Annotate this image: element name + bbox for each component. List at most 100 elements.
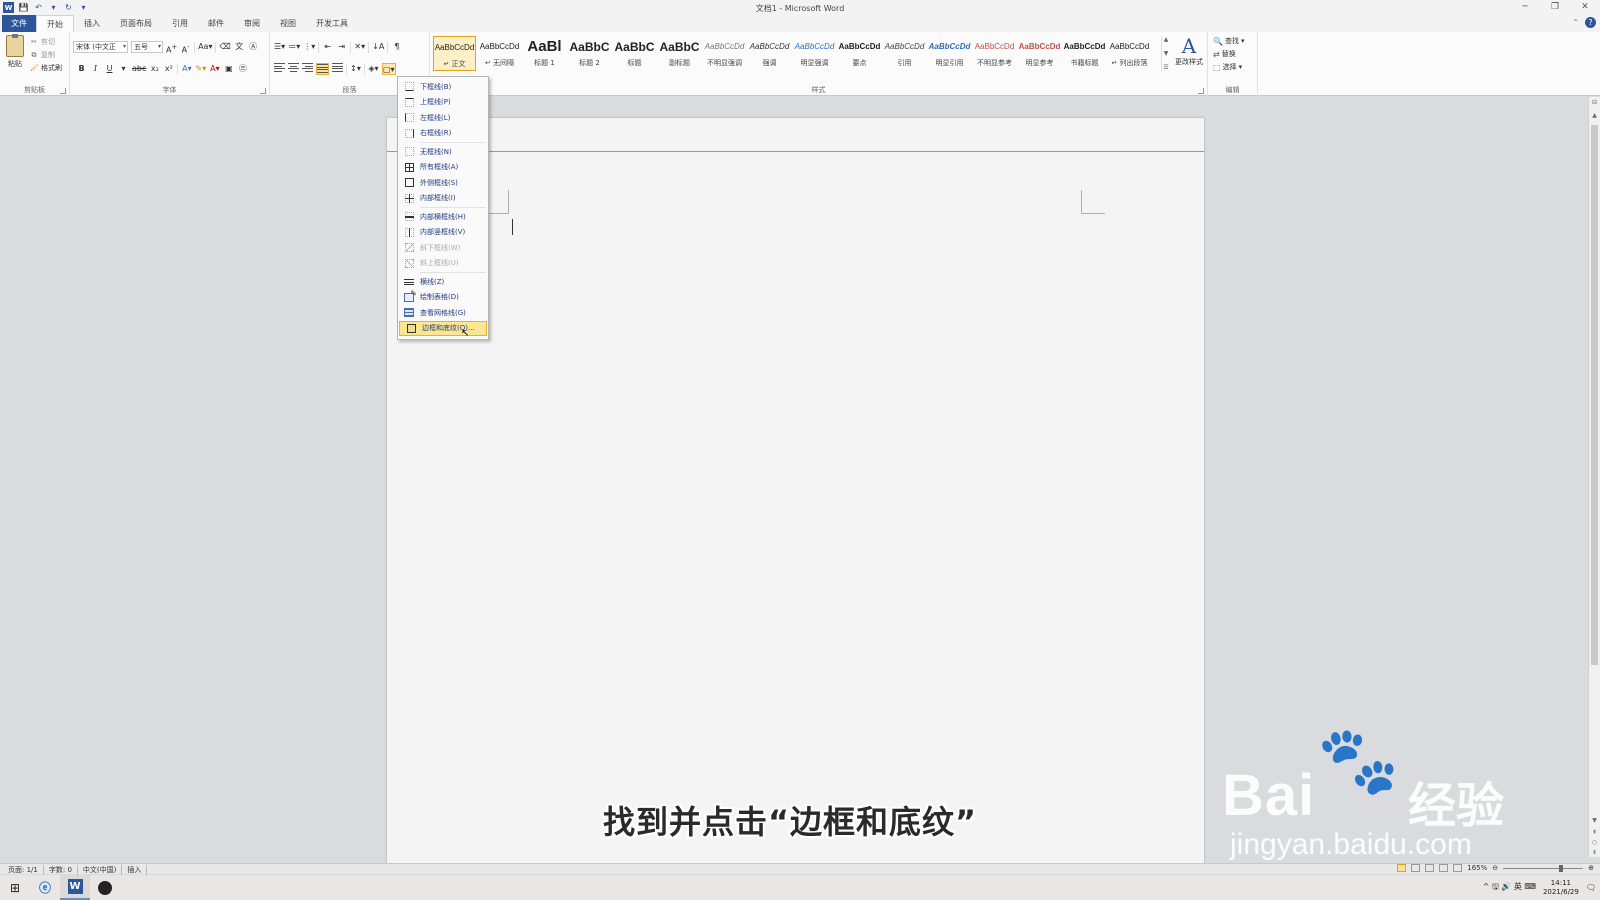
style-tile[interactable]: AaBbCcDd 明显参考	[1018, 36, 1061, 71]
customize-qat-icon[interactable]: ▾	[78, 2, 89, 13]
insert-mode[interactable]: 插入	[122, 865, 148, 875]
taskbar-word[interactable]: W	[60, 875, 90, 900]
increase-indent-icon[interactable]: ⇥	[336, 41, 347, 53]
distributed-icon[interactable]	[332, 63, 343, 75]
scroll-down-icon[interactable]: ▼	[1589, 817, 1600, 824]
ruler-toggle-icon[interactable]: ⊟	[1589, 99, 1600, 106]
format-painter-button[interactable]: 🖌 格式刷	[30, 63, 62, 73]
style-tile[interactable]: AaBbCcDd 书籍标题	[1063, 36, 1106, 71]
char-border-icon[interactable]: Ⓐ	[248, 41, 259, 53]
full-screen-reading-button[interactable]	[1411, 864, 1421, 872]
outline-view-button[interactable]	[1439, 864, 1449, 872]
show-marks-icon[interactable]: ¶	[391, 41, 402, 53]
tab-7[interactable]: 视图	[270, 15, 306, 32]
select-button[interactable]: ⬚ 选择 ▾	[1213, 62, 1244, 72]
clock[interactable]: 14:11 2021/6/29	[1543, 879, 1579, 897]
chinese-layout-icon[interactable]: ✕▾	[354, 41, 365, 53]
italic-button[interactable]: I	[90, 63, 101, 75]
taskbar-browser[interactable]: ⓔ	[30, 875, 60, 900]
border-menu-item[interactable]: 内部竖框线(V)	[398, 225, 488, 241]
redo-icon[interactable]: ↻	[63, 2, 74, 13]
next-page-icon[interactable]: ⇟	[1589, 849, 1600, 856]
border-menu-item[interactable]: 横线(Z)	[398, 274, 488, 290]
find-button[interactable]: 🔍 查找 ▾	[1213, 36, 1244, 46]
language-indicator[interactable]: 中文(中国)	[78, 865, 123, 875]
zoom-in-icon[interactable]: ⊕	[1588, 864, 1594, 872]
clipboard-launcher-icon[interactable]	[60, 88, 66, 94]
font-size-select[interactable]: 五号	[131, 41, 163, 53]
border-menu-item[interactable]: 右框线(R)	[398, 126, 488, 142]
tab-4[interactable]: 引用	[162, 15, 198, 32]
minimize-button[interactable]: ─	[1510, 0, 1540, 15]
tab-1[interactable]: 开始	[36, 15, 74, 32]
align-right-icon[interactable]	[302, 63, 313, 75]
bullets-icon[interactable]: ☰▾	[274, 41, 285, 53]
draft-view-button[interactable]	[1453, 864, 1463, 872]
font-name-select[interactable]: 宋体 (中文正	[73, 41, 128, 53]
style-tile[interactable]: AaBbCcDd 强调	[748, 36, 791, 71]
grow-font-button[interactable]: A+	[166, 41, 177, 55]
superscript-button[interactable]: x²	[163, 63, 174, 75]
browse-object-icon[interactable]: ○	[1589, 839, 1600, 846]
tab-0[interactable]: 文件	[2, 15, 36, 32]
border-menu-item[interactable]: 无框线(N)	[398, 144, 488, 160]
tab-8[interactable]: 开发工具	[306, 15, 358, 32]
border-menu-item[interactable]: 上框线(P)	[398, 95, 488, 111]
vertical-scrollbar[interactable]: ⊟ ▲ ▼ ⇞ ○ ⇟	[1588, 97, 1600, 857]
highlight-icon[interactable]: ✎▾	[195, 63, 207, 75]
strikethrough-button[interactable]: abc	[132, 63, 146, 75]
document-page[interactable]	[387, 118, 1204, 863]
undo-dropdown-icon[interactable]: ▾	[48, 2, 59, 13]
style-tile[interactable]: AaBbCcDd 明显引用	[928, 36, 971, 71]
notification-icon[interactable]: 🗨	[1586, 883, 1596, 892]
change-styles-button[interactable]: A 更改样式	[1172, 35, 1206, 67]
bold-button[interactable]: B	[76, 63, 87, 75]
style-tile[interactable]: AaBbC 副标题	[658, 36, 701, 71]
clear-format-icon[interactable]: ⌫	[219, 41, 230, 53]
border-menu-item[interactable]: 所有框线(A)	[398, 160, 488, 176]
border-menu-item[interactable]: 内部横框线(H)	[398, 209, 488, 225]
restore-button[interactable]: ❐	[1540, 0, 1570, 15]
shading-icon[interactable]: ◈▾	[368, 63, 379, 75]
windows-start-icon[interactable]: ⊞	[0, 875, 30, 900]
prev-page-icon[interactable]: ⇞	[1589, 829, 1600, 836]
tab-6[interactable]: 审阅	[234, 15, 270, 32]
copy-button[interactable]: ⧉ 复制	[30, 50, 62, 60]
align-left-icon[interactable]	[274, 63, 285, 75]
replace-button[interactable]: ⇄ 替换	[1213, 49, 1244, 59]
tray-icons[interactable]: ^ 🖫 🔊 英 ⌨	[1483, 881, 1536, 895]
tab-2[interactable]: 插入	[74, 15, 110, 32]
enclose-char-icon[interactable]: ㊂	[237, 63, 248, 75]
border-menu-item[interactable]: 内部框线(I)	[398, 191, 488, 207]
word-count[interactable]: 字数: 0	[44, 865, 78, 875]
text-effects-icon[interactable]: A▾	[181, 63, 192, 75]
shrink-font-button[interactable]: A-	[180, 41, 191, 55]
border-menu-item[interactable]: 边框和底纹(O)...	[399, 320, 487, 336]
style-tile[interactable]: AaBbC 标题	[613, 36, 656, 71]
zoom-slider[interactable]	[1503, 864, 1584, 872]
close-button[interactable]: ✕	[1570, 0, 1600, 15]
border-menu-item[interactable]: 绘制表格(D)	[398, 289, 488, 306]
scroll-up-icon[interactable]: ▲	[1589, 112, 1600, 119]
multilevel-list-icon[interactable]: ⋮▾	[303, 41, 315, 53]
help-icon[interactable]: ?	[1585, 17, 1596, 28]
style-tile[interactable]: AaBbCcDd 不明显强调	[703, 36, 746, 71]
zoom-out-icon[interactable]: ⊖	[1492, 864, 1498, 872]
style-tile[interactable]: AaBl 标题 1	[523, 36, 566, 71]
underline-button[interactable]: U	[104, 63, 115, 75]
border-menu-item[interactable]: 左框线(L)	[398, 110, 488, 126]
border-menu-item[interactable]: 下框线(B)	[398, 79, 488, 95]
border-menu-item[interactable]: 查看网格线(G)	[398, 305, 488, 321]
underline-dropdown-icon[interactable]: ▾	[118, 63, 129, 75]
decrease-indent-icon[interactable]: ⇤	[322, 41, 333, 53]
save-icon[interactable]: 💾	[18, 2, 29, 13]
font-color-icon[interactable]: A▾	[209, 63, 220, 75]
print-layout-view-button[interactable]	[1397, 864, 1407, 872]
taskbar-recorder[interactable]	[90, 875, 120, 900]
tab-5[interactable]: 邮件	[198, 15, 234, 32]
style-tile[interactable]: AaBbCcDd ↵ 无间隔	[478, 36, 521, 71]
change-case-button[interactable]: Aa▾	[198, 41, 212, 53]
paste-button[interactable]: 粘贴	[4, 34, 26, 69]
numbering-icon[interactable]: ≔▾	[288, 41, 300, 53]
style-tile[interactable]: AaBbCcDd 要点	[838, 36, 881, 71]
